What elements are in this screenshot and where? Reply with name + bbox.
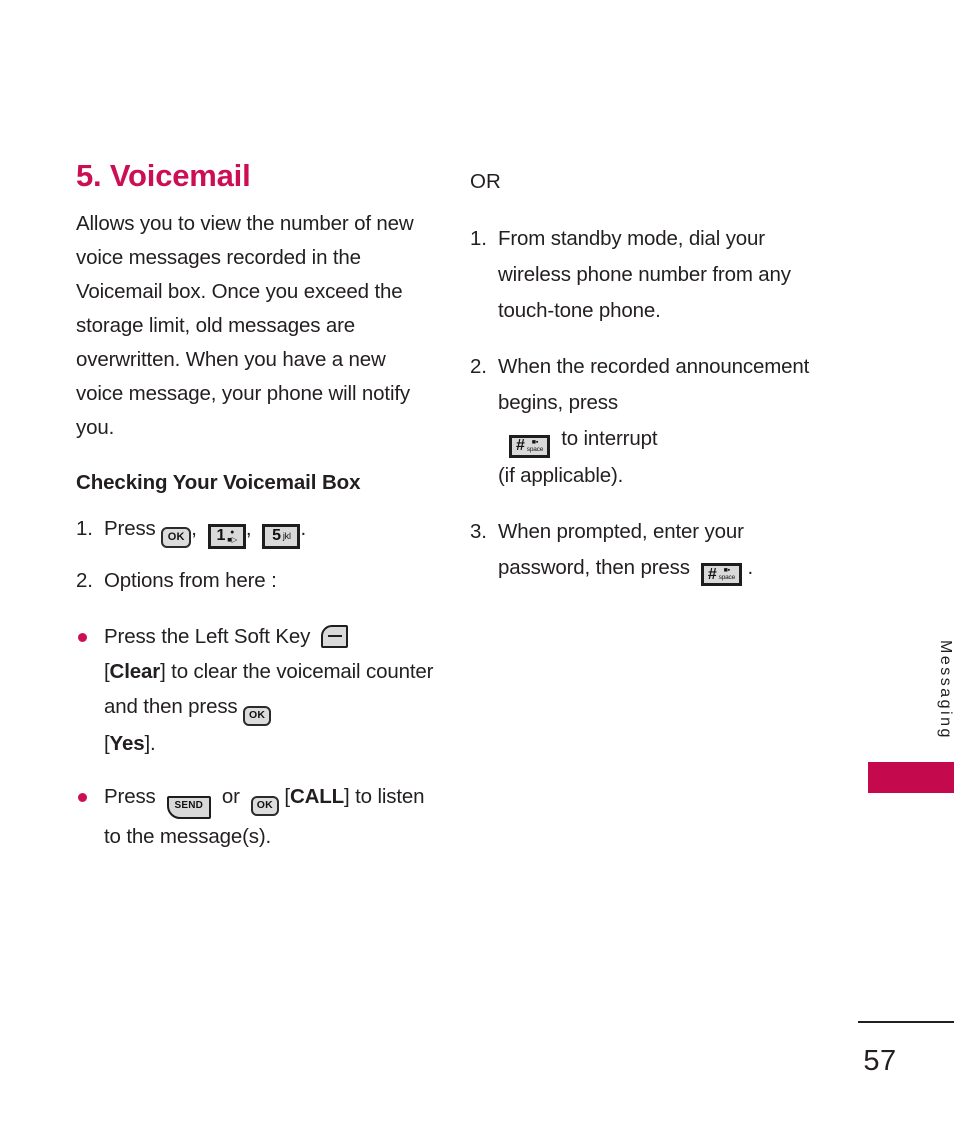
bullet-dot-icon — [76, 619, 104, 761]
right-step-3-period: . — [747, 555, 754, 579]
left-step-2-text: Options from here : — [104, 568, 277, 592]
section-subheading: Checking Your Voicemail Box — [76, 470, 361, 494]
left-step-1-body: Press OK, 1 ● ■▷, 5 jkl. — [104, 511, 436, 549]
left-bullet-1-part-1: Press the Left Soft Key — [104, 624, 311, 648]
left-step-1: 1. Press OK, 1 ● ■▷, 5 jkl. — [76, 511, 436, 549]
left-bullet-1: Press the Left Soft Key [Clear] to clear… — [76, 619, 436, 761]
hash-space-key-icon: # ■▪ space — [700, 563, 742, 586]
page-title: 5. Voicemail — [76, 158, 251, 193]
footer-divider — [858, 1021, 954, 1023]
digit-1-label: 1 — [216, 527, 226, 545]
intro-paragraph: Allows you to view the number of new voi… — [76, 211, 414, 439]
bullet-dot-icon — [76, 779, 104, 854]
space-label: space — [718, 574, 736, 581]
hash-space-key-icon: # ■▪ space — [509, 434, 551, 458]
right-step-2-text-before: When the recorded announcement begins, p… — [498, 355, 810, 414]
right-step-1-text: From standby mode, dial your wireless ph… — [498, 227, 791, 322]
right-step-1-number: 1. — [470, 227, 487, 250]
right-step-2-text-last: (if applicable). — [498, 463, 624, 487]
left-bullet-2-part-1: Press — [104, 784, 156, 808]
page-number: 57 — [863, 1045, 897, 1077]
left-bullet-1-bold-yes: Yes — [109, 731, 145, 755]
side-tab-marker — [868, 762, 954, 793]
side-tab-label: Messaging — [937, 640, 954, 740]
hash-label: # — [707, 565, 717, 583]
left-step-1-comma-1: , — [191, 517, 197, 541]
left-bullet-1-bold-clear: Clear — [109, 659, 161, 683]
ok-key-icon: OK — [161, 527, 192, 549]
send-key-icon: SEND — [166, 795, 211, 819]
or-label: OR — [470, 170, 501, 193]
digit-5-label: 5 — [272, 527, 281, 545]
voicemail-glyph-bottom: ■▷ — [227, 534, 238, 544]
space-glyph-icon: ■▪ space — [526, 439, 544, 453]
right-step-1: 1. From standby mode, dial your wireless… — [470, 221, 825, 329]
left-bullet-2-conjunction: or — [221, 784, 240, 808]
left-bullet-1-body: Press the Left Soft Key [Clear] to clear… — [104, 619, 436, 761]
digit-5-jkl-key-icon: 5 jkl — [262, 523, 301, 549]
right-step-2-text-after: to interrupt — [561, 427, 658, 450]
left-column: 5. Voicemail Allows you to view the numb… — [76, 158, 436, 872]
left-step-1-period: . — [300, 517, 307, 541]
left-step-1-comma-2: , — [245, 517, 252, 541]
ok-key-icon: OK — [243, 705, 272, 726]
right-step-2-body: When the recorded announcement begins, p… — [498, 349, 825, 494]
right-step-2: 2. When the recorded announcement begins… — [470, 349, 825, 494]
manual-page: 5. Voicemail Allows you to view the numb… — [0, 0, 954, 1145]
jkl-label: jkl — [282, 530, 291, 541]
left-step-2-number: 2. — [76, 568, 93, 592]
left-bullet-2-bold-call: CALL — [289, 784, 345, 808]
left-bullet-2-bracket-close: ] — [344, 784, 350, 808]
left-soft-key-icon — [321, 624, 349, 648]
left-step-1-text: Press — [104, 517, 156, 541]
left-step-1-number: 1. — [76, 517, 93, 541]
right-step-3: 3. When prompted, enter your password, t… — [470, 514, 825, 586]
left-bullet-1-bracket-close-2: ]. — [144, 731, 156, 755]
right-step-3-number: 3. — [470, 519, 487, 543]
space-glyph-icon: ■▪ space — [718, 567, 736, 581]
right-step-3-body: When prompted, enter your password, then… — [498, 514, 825, 586]
hash-label: # — [516, 437, 525, 454]
ok-key-icon: OK — [250, 795, 279, 816]
right-column: OR 1. From standby mode, dial your wirel… — [470, 165, 825, 606]
space-label: space — [526, 445, 544, 453]
voicemail-glyph-icon: ● ■▷ — [227, 529, 238, 544]
left-bullet-2: Press SEND or OK [CALL] to listen to the… — [76, 779, 436, 854]
left-step-2: 2. Options from here : — [76, 563, 436, 599]
right-step-2-number: 2. — [470, 355, 487, 378]
left-bullet-1-bracket-close: ] — [160, 659, 166, 683]
digit-1-voicemail-key-icon: 1 ● ■▷ — [207, 523, 246, 549]
left-bullet-2-body: Press SEND or OK [CALL] to listen to the… — [104, 779, 436, 854]
